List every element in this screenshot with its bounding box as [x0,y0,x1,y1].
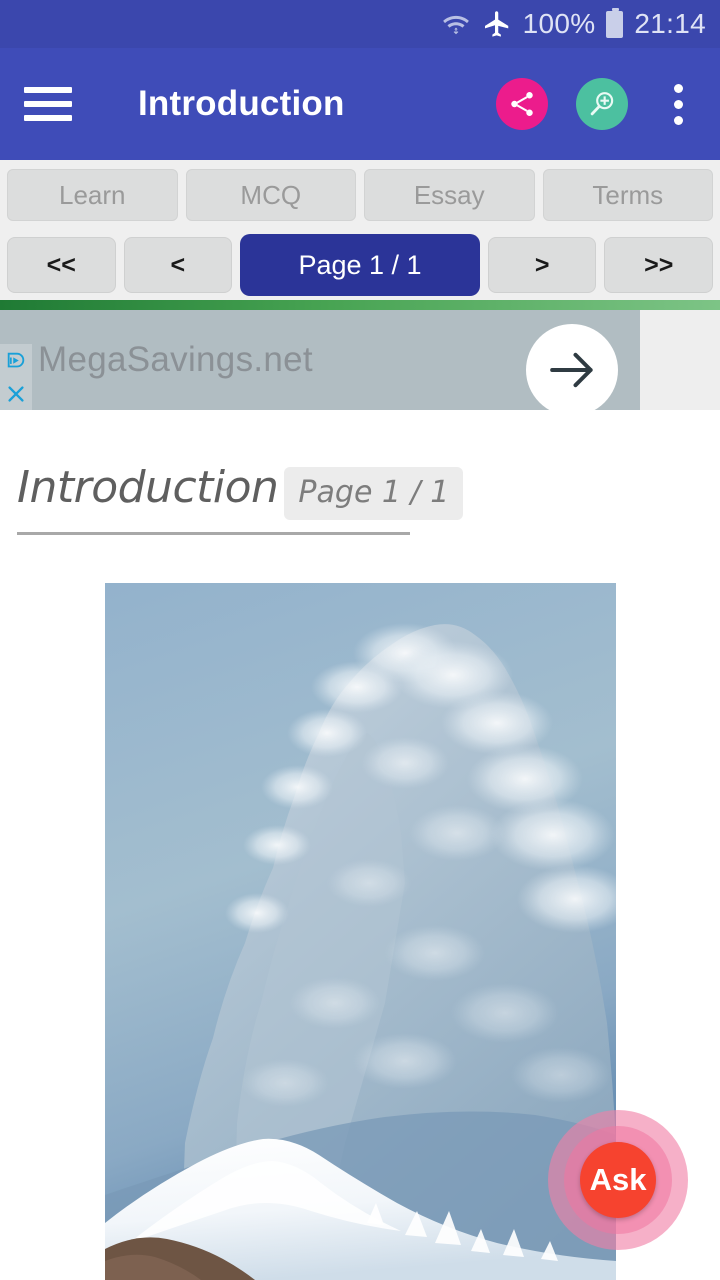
section-tabs: Learn MCQ Essay Terms [0,160,720,230]
ad-cta-button[interactable] [526,324,618,416]
share-icon [511,92,533,116]
ask-button-ring: Ask [564,1126,672,1234]
ad-close-icon[interactable] [0,377,32,410]
ad-headline: MegaSavings.net [38,340,313,379]
adchoices-icon[interactable] [0,344,32,377]
battery-full-icon [606,7,624,38]
pagination-bar: << < Page 1 / 1 > >> [0,230,720,300]
battery-percent-label: 100% [522,8,596,39]
app-bar-actions [496,78,720,130]
first-page-button[interactable]: << [7,237,116,293]
tab-terms[interactable]: Terms [542,169,713,221]
page-title: Introduction [138,84,345,123]
article-page-badge: Page 1 / 1 [284,467,464,520]
hamburger-menu-icon[interactable] [24,87,72,121]
heading-divider [17,532,410,535]
airplane-mode-icon [482,9,512,39]
article-image [105,583,616,1280]
status-bar: 100% 21:14 [0,0,720,48]
ask-button-label: Ask [580,1142,656,1218]
ad-banner[interactable]: MegaSavings.net [0,310,640,416]
zoom-in-icon [590,92,614,116]
last-page-button[interactable]: >> [604,237,714,293]
overflow-menu-button[interactable] [656,80,700,128]
ad-badges [0,344,32,410]
prev-page-button[interactable]: < [123,237,233,293]
article-title: Introduction [17,462,279,513]
zoom-in-button[interactable] [576,78,628,130]
app-bar: Introduction [0,48,720,160]
article-heading-row: Introduction Page 1 / 1 [17,462,464,520]
tab-mcq[interactable]: MCQ [185,169,356,221]
overflow-dot [673,83,683,93]
wifi-icon [441,9,471,39]
next-page-button[interactable]: > [487,237,597,293]
clock-label: 21:14 [634,8,706,39]
green-divider [0,300,720,310]
overflow-dot [673,115,683,125]
current-page-indicator[interactable]: Page 1 / 1 [240,234,480,296]
ask-floating-button[interactable]: Ask [548,1110,688,1250]
share-button[interactable] [496,78,548,130]
arrow-right-icon [550,352,593,388]
ad-container: MegaSavings.net [0,310,720,416]
tab-learn[interactable]: Learn [7,169,178,221]
tab-essay[interactable]: Essay [364,169,535,221]
overflow-dot [673,99,683,109]
app-screen: 100% 21:14 Introduction Learn MCQ Essay … [0,0,720,1280]
